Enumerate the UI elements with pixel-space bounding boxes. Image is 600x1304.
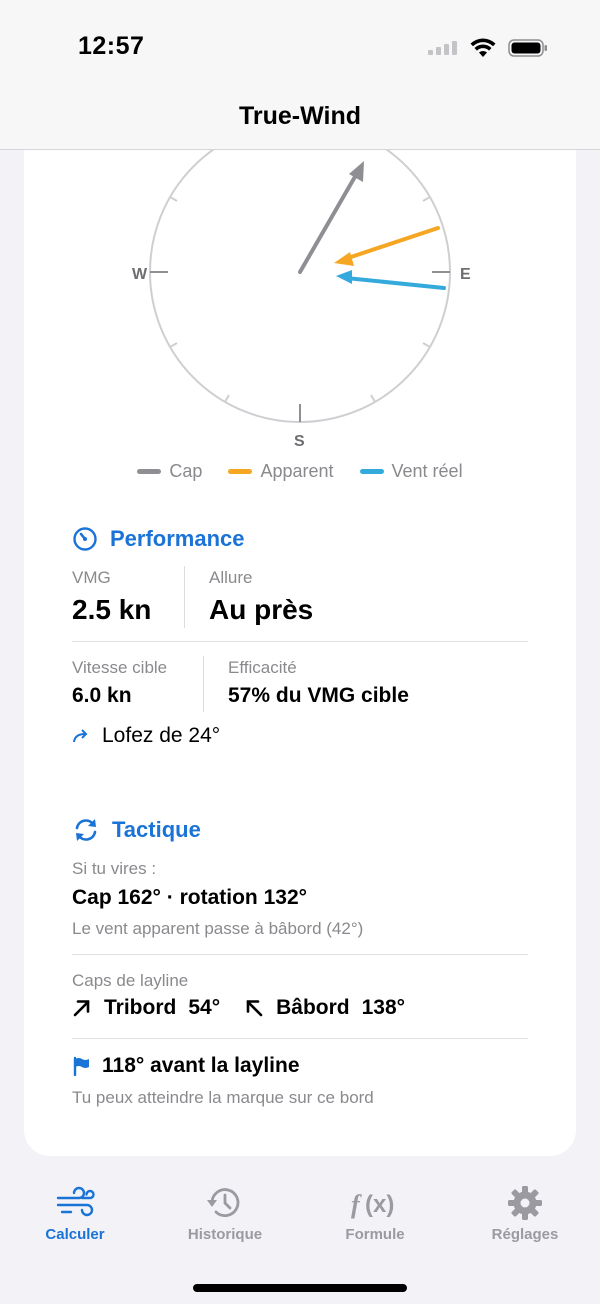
svg-text:f: f bbox=[351, 1190, 362, 1219]
tab-label: Formule bbox=[345, 1226, 405, 1243]
tab-calculer[interactable]: Calculer bbox=[0, 1186, 150, 1243]
gear-icon bbox=[508, 1186, 542, 1220]
allure-cell: Allure Au près bbox=[209, 568, 313, 626]
target-speed-cell: Vitesse cible 6.0 kn bbox=[72, 658, 167, 708]
legend-swatch bbox=[137, 469, 162, 474]
compass-minor-tick bbox=[224, 394, 230, 403]
efficiency-value: 57% du VMG cible bbox=[228, 684, 409, 707]
vmg-label: VMG bbox=[72, 568, 111, 587]
divider bbox=[72, 1038, 528, 1039]
results-card: W E S Cap Apparent Vent réel Performance… bbox=[24, 150, 576, 1156]
allure-label: Allure bbox=[209, 568, 253, 587]
arrow-up-right-icon bbox=[73, 1000, 90, 1017]
layline-headings: Tribord 54° Bâbord 138° bbox=[72, 996, 405, 1020]
legend-item-heading: Cap bbox=[137, 461, 202, 482]
legend-item-true-wind: Vent réel bbox=[359, 461, 463, 482]
status-icons bbox=[428, 38, 548, 58]
layline-label: Caps de layline bbox=[72, 971, 189, 990]
compass-minor-tick bbox=[370, 394, 376, 403]
vmg-cell: VMG 2.5 kn bbox=[72, 568, 151, 626]
performance-header: Performance bbox=[72, 526, 245, 552]
legend-swatch bbox=[228, 469, 253, 474]
function-icon: f (x) bbox=[351, 1190, 394, 1219]
flag-icon bbox=[73, 1056, 89, 1076]
true-wind-arrowhead bbox=[336, 270, 352, 284]
turn-right-arrow-icon bbox=[73, 729, 88, 743]
legend-item-apparent: Apparent bbox=[228, 461, 334, 482]
compass-ticks bbox=[169, 196, 431, 403]
starboard-layline: Tribord 54° bbox=[72, 996, 220, 1020]
history-clock-icon bbox=[207, 1188, 240, 1217]
legend-label: Vent réel bbox=[391, 461, 463, 481]
home-indicator bbox=[193, 1284, 407, 1292]
tack-note: Le vent apparent passe à bâbord (42°) bbox=[72, 919, 364, 938]
heading-arrowhead bbox=[349, 161, 364, 182]
svg-text:(x): (x) bbox=[365, 1191, 394, 1218]
tab-label: Historique bbox=[187, 1226, 263, 1243]
starboard-value: 54° bbox=[188, 996, 221, 1019]
target-speed-label: Vitesse cible bbox=[72, 658, 168, 677]
signal-icon bbox=[428, 41, 457, 55]
tab-historique[interactable]: Historique bbox=[150, 1186, 300, 1243]
port-label: Bâbord bbox=[276, 996, 350, 1019]
compass-minor-tick bbox=[169, 196, 178, 202]
compass-minor-tick bbox=[422, 196, 431, 202]
arrow-up-left-icon bbox=[246, 1000, 263, 1017]
tab-formule[interactable]: f (x) Formule bbox=[300, 1186, 450, 1243]
compass-east-label: E bbox=[460, 266, 471, 283]
wifi-icon bbox=[470, 38, 496, 57]
divider bbox=[72, 641, 528, 642]
status-time: 12:57 bbox=[78, 32, 145, 60]
vmg-value: 2.5 kn bbox=[72, 594, 152, 625]
battery-icon bbox=[508, 39, 547, 57]
tactique-title: Tactique bbox=[112, 817, 201, 842]
vertical-divider bbox=[203, 656, 204, 712]
tactique-header: Tactique bbox=[72, 816, 201, 844]
tab-label: Réglages bbox=[491, 1226, 559, 1243]
gauge-icon bbox=[73, 527, 97, 551]
legend-label: Apparent bbox=[260, 461, 334, 481]
navigation-bar: True-Wind bbox=[0, 96, 600, 150]
true-wind-arrow bbox=[344, 276, 446, 290]
port-layline: Bâbord 138° bbox=[244, 996, 405, 1020]
efficiency-label: Efficacité bbox=[228, 658, 297, 677]
luff-hint-text: Lofez de 24° bbox=[102, 724, 221, 747]
legend-swatch bbox=[359, 469, 384, 474]
wind-compass: W E S bbox=[132, 150, 471, 450]
divider bbox=[72, 954, 528, 955]
compass-minor-tick bbox=[169, 342, 178, 348]
apparent-wind-arrowhead bbox=[334, 252, 354, 266]
tab-reglages[interactable]: Réglages bbox=[450, 1186, 600, 1243]
efficiency-cell: Efficacité 57% du VMG cible bbox=[228, 658, 409, 708]
luff-hint: Lofez de 24° bbox=[72, 724, 220, 748]
starboard-label: Tribord bbox=[104, 996, 177, 1019]
target-speed-value: 6.0 kn bbox=[72, 684, 132, 707]
tack-value: Cap 162° · rotation 132° bbox=[72, 886, 308, 909]
compass-minor-tick bbox=[422, 342, 431, 348]
tack-label: Si tu vires : bbox=[72, 859, 157, 878]
compass-legend: Cap Apparent Vent réel bbox=[24, 461, 576, 482]
tab-label: Calculer bbox=[45, 1226, 105, 1243]
legend-label: Cap bbox=[169, 461, 203, 481]
compass-south-label: S bbox=[294, 433, 305, 450]
layline-note: Tu peux atteindre la marque sur ce bord bbox=[72, 1088, 374, 1107]
vertical-divider bbox=[184, 566, 185, 628]
compass-west-label: W bbox=[132, 266, 148, 283]
tack-cycle-icon bbox=[75, 819, 97, 841]
wind-icon bbox=[56, 1186, 95, 1217]
status-bar: 12:57 bbox=[0, 0, 600, 96]
allure-value: Au près bbox=[209, 594, 314, 625]
layline-distance: 118° avant la layline bbox=[102, 1054, 300, 1077]
layline-distance-row: 118° avant la layline bbox=[72, 1054, 300, 1078]
apparent-wind-arrow bbox=[340, 226, 440, 262]
performance-title: Performance bbox=[110, 526, 245, 551]
port-value: 138° bbox=[361, 996, 406, 1019]
nav-title: True-Wind bbox=[239, 102, 361, 130]
